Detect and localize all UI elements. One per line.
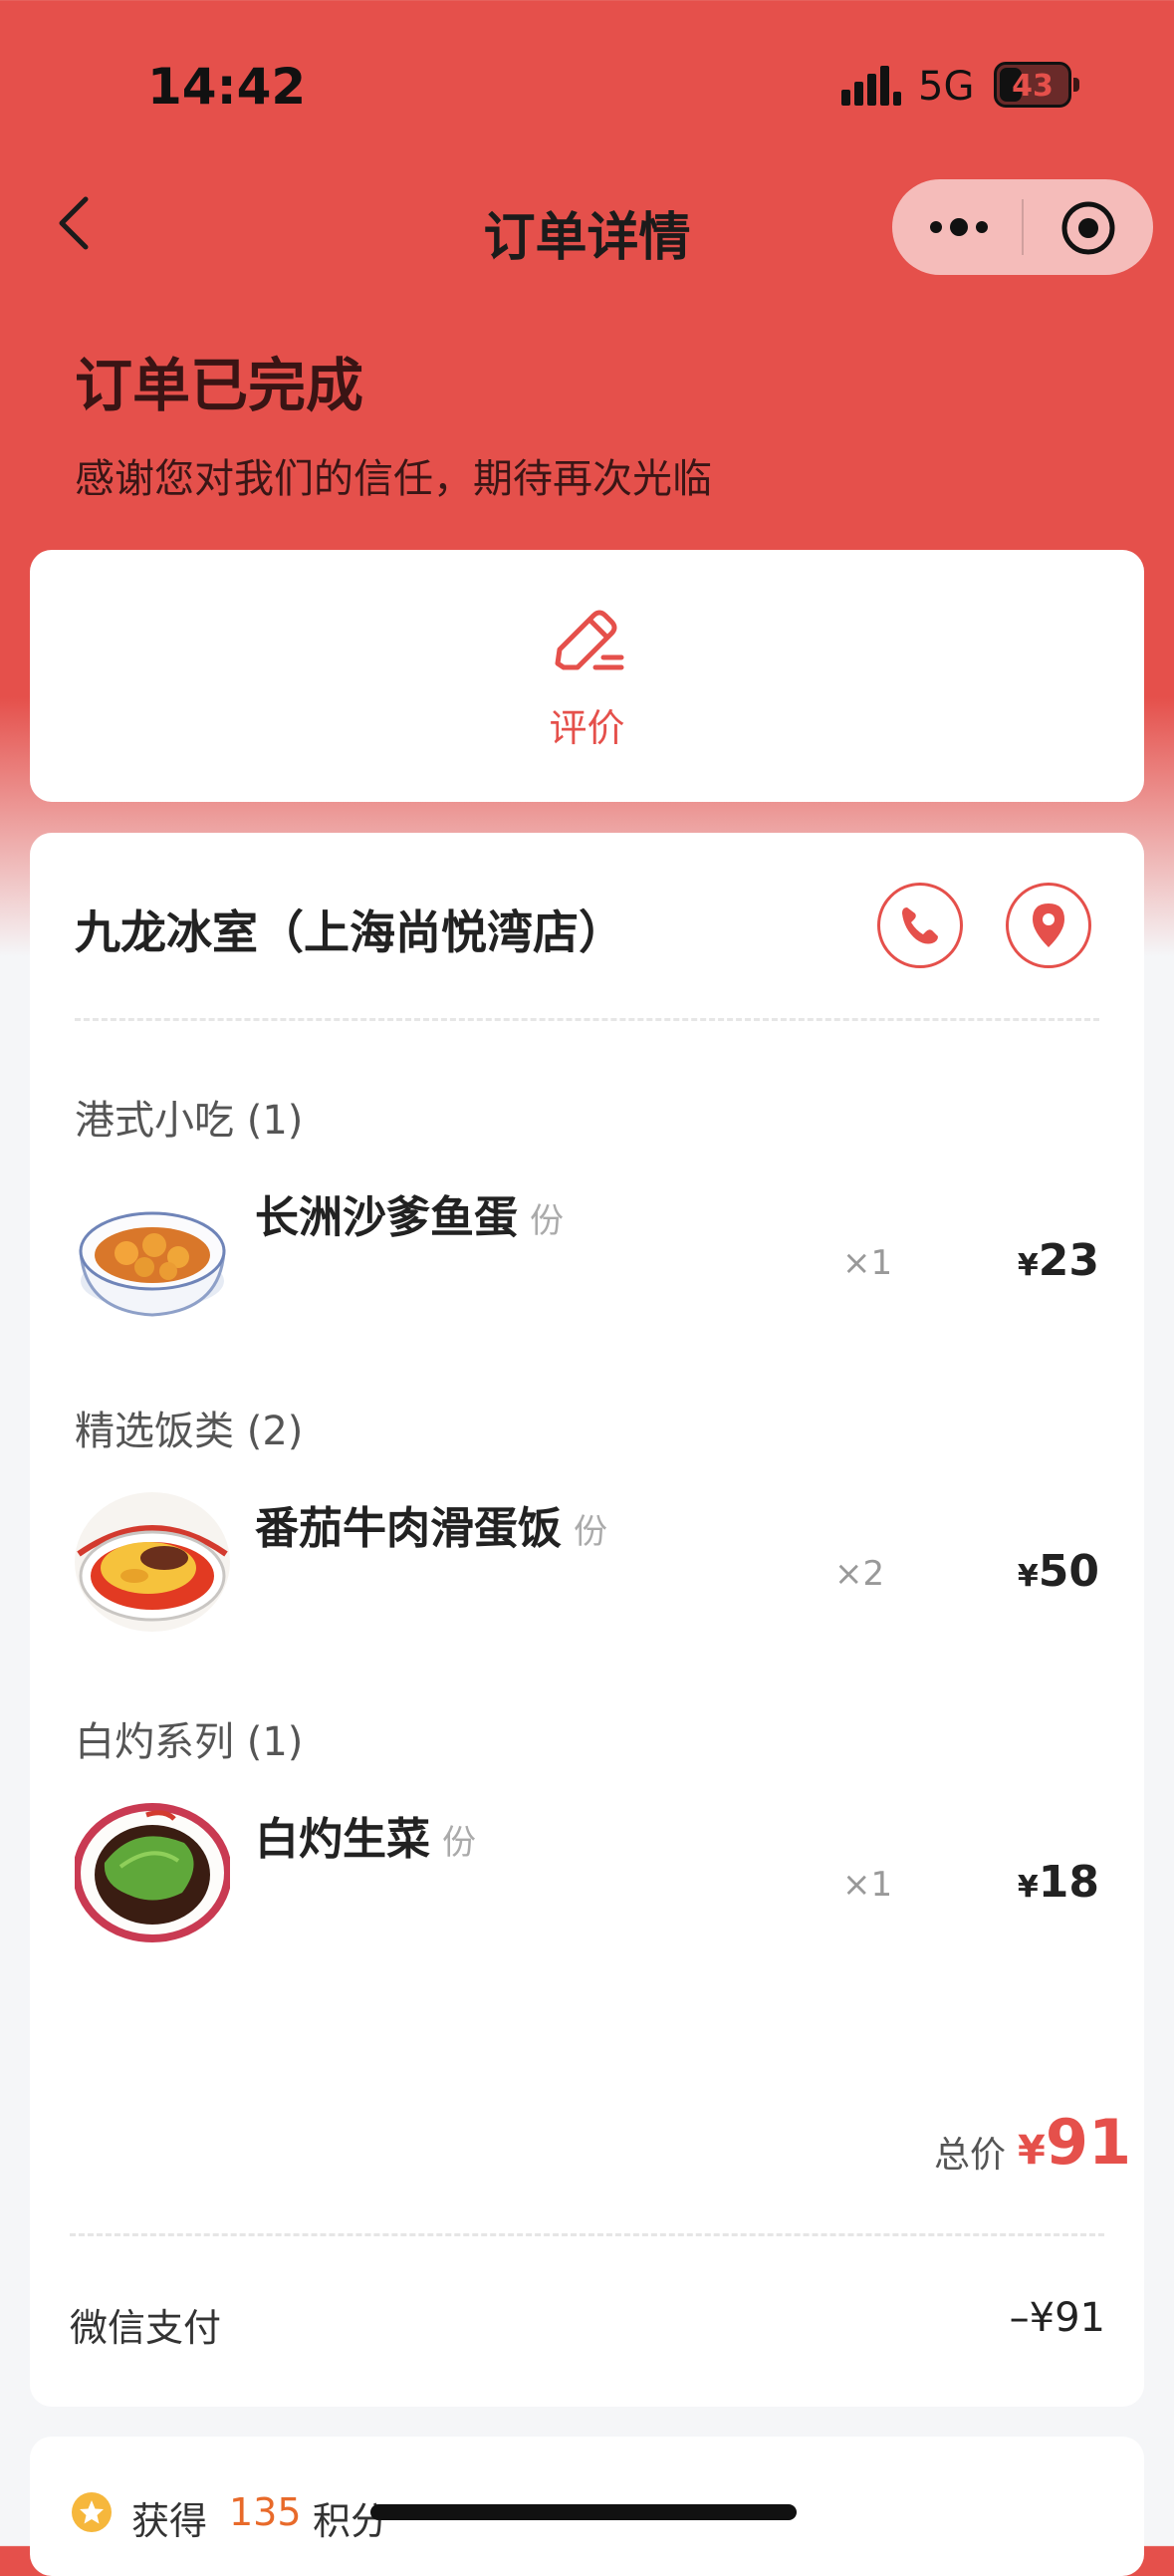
order-status-subtitle: 感谢您对我们的信任，期待再次光临 — [75, 456, 712, 502]
dish-image — [75, 1181, 230, 1321]
dish-image — [75, 1492, 230, 1632]
capsule-divider — [1022, 199, 1024, 255]
home-indicator[interactable] — [370, 2504, 797, 2520]
dish-price: ¥50 — [1017, 1546, 1099, 1597]
payment-method: 微信支付 — [70, 2306, 222, 2350]
cellular-signal-icon — [841, 66, 901, 106]
location-pin-icon — [1033, 903, 1064, 947]
dish-quantity: ×1 — [842, 1865, 893, 1905]
store-divider — [75, 1018, 1099, 1021]
category-title: 港式小吃 (1) — [75, 1098, 304, 1144]
phone-icon — [902, 907, 938, 944]
dish-price: ¥18 — [1017, 1857, 1099, 1908]
battery-tip — [1073, 78, 1079, 92]
battery-level: 43 — [1012, 69, 1054, 104]
store-name: 九龙冰室（上海尚悦湾店） — [75, 905, 624, 959]
dish-name: 白灼生菜份 — [255, 1814, 476, 1865]
points-star-icon — [72, 2492, 112, 2532]
payment-amount: –¥91 — [1009, 2295, 1105, 2341]
edit-pencil-icon[interactable] — [550, 606, 625, 673]
call-store-button[interactable] — [877, 883, 963, 968]
store-location-button[interactable] — [1006, 883, 1091, 968]
close-miniprogram-icon[interactable] — [1057, 197, 1119, 259]
dish-quantity: ×2 — [834, 1554, 885, 1594]
category-title: 精选饭类 (2) — [75, 1409, 304, 1454]
dish-name: 番茄牛肉滑蛋饭份 — [255, 1503, 607, 1554]
order-status-title: 订单已完成 — [75, 352, 364, 419]
dish-unit: 份 — [442, 1823, 476, 1863]
dish-unit: 份 — [574, 1512, 607, 1552]
status-time: 14:42 — [147, 58, 307, 116]
points-prefix: 获得 — [131, 2499, 208, 2543]
dish-image — [75, 1803, 230, 1942]
dish-name: 长洲沙爹鱼蛋份 — [255, 1192, 564, 1243]
total-amount: ¥91 — [1018, 2106, 1132, 2179]
more-icon[interactable] — [924, 207, 994, 247]
review-card[interactable] — [30, 550, 1144, 802]
total-divider — [70, 2233, 1104, 2236]
review-button-label[interactable]: 评价 — [0, 697, 1174, 752]
points-value: 135 — [229, 2490, 302, 2534]
category-title: 白灼系列 (1) — [75, 1719, 304, 1765]
dish-price: ¥23 — [1017, 1235, 1099, 1286]
network-type: 5G — [918, 64, 975, 110]
total-label: 总价 — [934, 2135, 1007, 2176]
dish-unit: 份 — [530, 1201, 564, 1241]
dish-quantity: ×1 — [842, 1243, 893, 1283]
battery-icon: 43 — [994, 62, 1071, 108]
